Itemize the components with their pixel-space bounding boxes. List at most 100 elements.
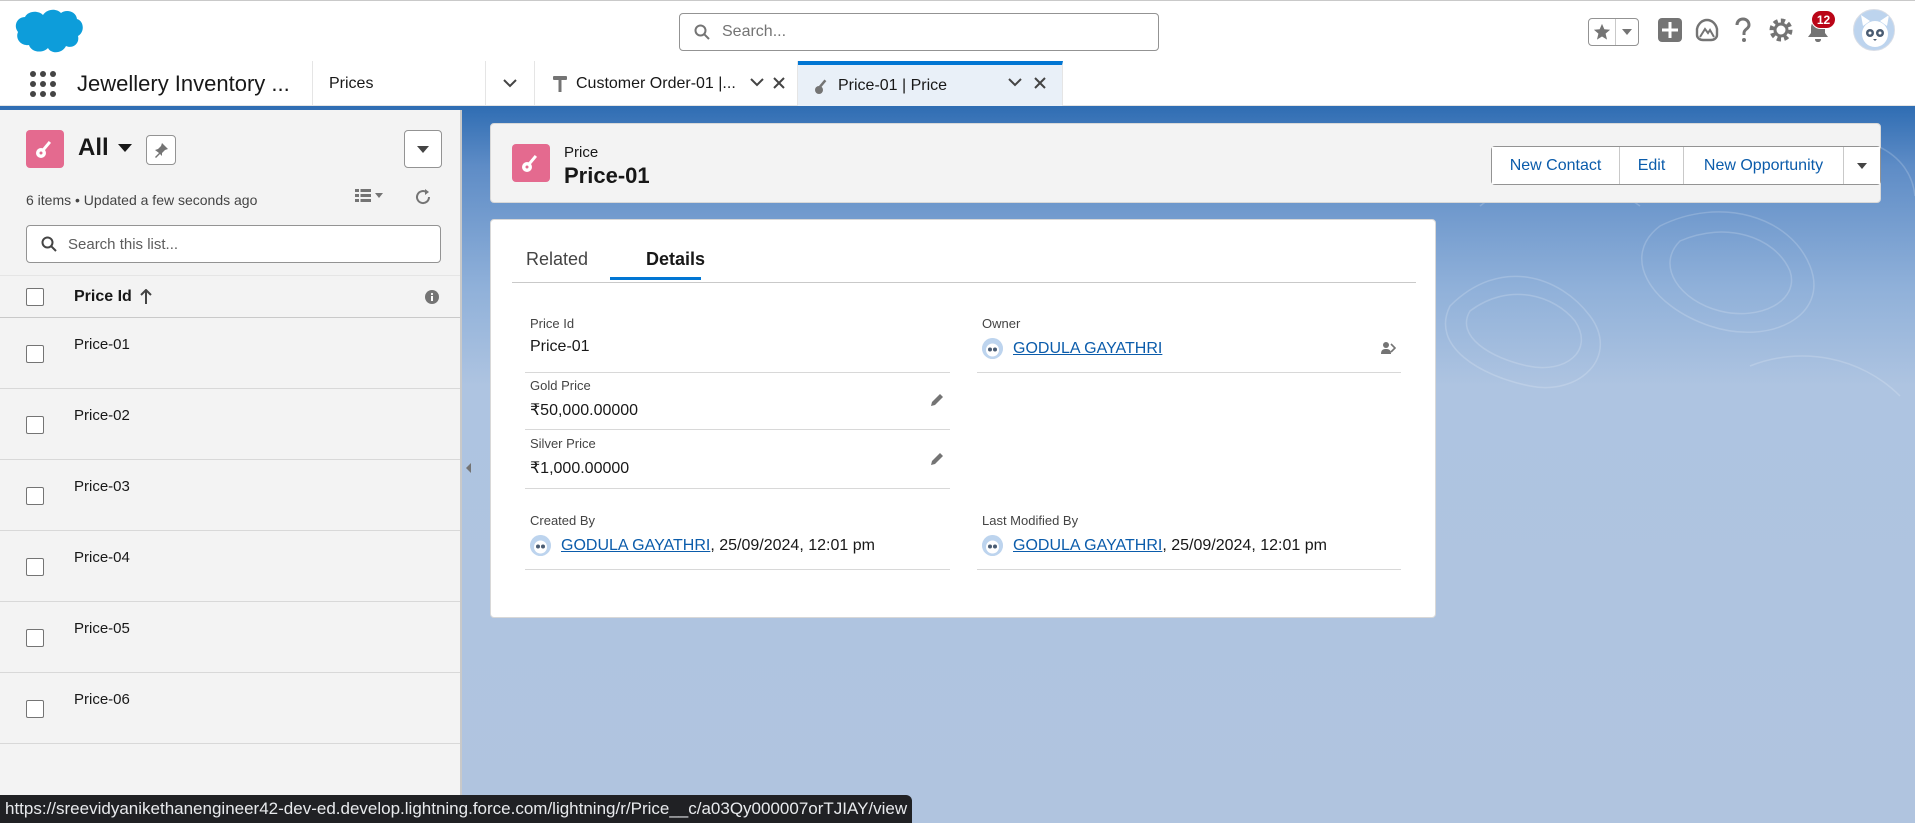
created-by-user-link[interactable]: GODULA GAYATHRI — [561, 537, 710, 555]
tab-close-icon[interactable] — [772, 76, 786, 90]
last-modified-by-user-link[interactable]: GODULA GAYATHRI — [1013, 537, 1162, 555]
owner-user-link[interactable]: GODULA GAYATHRI — [1013, 340, 1162, 358]
row-price-id[interactable]: Price-02 — [74, 407, 130, 424]
created-by-value: GODULA GAYATHRI , 25/09/2024, 12:01 pm — [530, 535, 875, 556]
user-avatar[interactable] — [1853, 9, 1895, 51]
row-checkbox[interactable] — [26, 345, 44, 363]
favorites-button-group — [1588, 18, 1639, 46]
select-all-checkbox[interactable] — [26, 287, 44, 306]
refresh-icon[interactable] — [414, 188, 432, 206]
caret-down-icon — [117, 143, 133, 153]
pin-list-view-button[interactable] — [146, 135, 176, 165]
global-actions-add-icon[interactable] — [1657, 17, 1683, 43]
row-checkbox[interactable] — [26, 487, 44, 505]
list-view-selector[interactable]: All — [78, 134, 133, 162]
row-checkbox[interactable] — [26, 700, 44, 718]
list-item[interactable]: Price-03 — [0, 460, 460, 531]
list-item[interactable]: Price-04 — [0, 531, 460, 602]
search-icon — [41, 236, 57, 252]
price-object-guitar-icon — [512, 144, 550, 182]
field-owner: Owner GODULA GAYATHRI — [977, 316, 1401, 373]
collapse-split-view-chevron-left-icon[interactable] — [464, 462, 472, 474]
user-avatar-icon — [530, 535, 551, 556]
last-modified-by-value: GODULA GAYATHRI , 25/09/2024, 12:01 pm — [982, 535, 1327, 556]
favorites-chevron-down-icon[interactable] — [1616, 19, 1638, 45]
tab-chevron-down-icon[interactable] — [1008, 78, 1022, 92]
user-avatar-icon — [982, 535, 1003, 556]
global-search-input[interactable]: Search... — [679, 13, 1159, 51]
edit-pencil-icon[interactable] — [929, 451, 945, 467]
record-action-buttons: New Contact Edit New Opportunity — [1491, 146, 1881, 185]
new-contact-button[interactable]: New Contact — [1492, 147, 1620, 184]
change-owner-icon[interactable] — [1380, 340, 1396, 356]
row-checkbox[interactable] — [26, 558, 44, 576]
tab-related[interactable]: Related — [526, 249, 588, 270]
pin-icon — [155, 143, 168, 158]
trailhead-icon[interactable] — [1694, 17, 1720, 43]
row-checkbox[interactable] — [26, 629, 44, 647]
browser-status-url: https://sreevidyanikethanengineer42-dev-… — [0, 795, 913, 823]
field-label: Gold Price — [530, 378, 591, 393]
record-tabs: Related Details — [512, 220, 1416, 283]
info-icon[interactable] — [425, 290, 439, 304]
list-item[interactable]: Price-01 — [0, 318, 460, 389]
nav-menu-chevron-down-icon[interactable] — [485, 61, 535, 106]
field-label: Created By — [530, 513, 596, 528]
field-value: ₹50,000.00000 — [530, 402, 639, 419]
column-header-price-id[interactable]: Price Id — [74, 288, 132, 306]
search-placeholder: Search this list... — [68, 235, 179, 253]
field-value: ₹1,000.00000 — [530, 460, 630, 477]
setup-gear-icon[interactable] — [1768, 17, 1794, 43]
list-item[interactable]: Price-05 — [0, 602, 460, 673]
row-price-id[interactable]: Price-01 — [74, 336, 130, 353]
workspace-tab-price[interactable]: Price-01 | Price — [798, 61, 1063, 106]
sort-ascending-arrow-up-icon[interactable] — [140, 288, 152, 305]
workspace-tab-customer-order[interactable]: Customer Order-01 |... — [536, 61, 798, 106]
price-object-guitar-icon — [26, 130, 64, 168]
list-item[interactable]: Price-06 — [0, 673, 460, 744]
row-price-id[interactable]: Price-04 — [74, 549, 130, 566]
notification-count-badge: 12 — [1811, 10, 1836, 29]
more-actions-chevron-down-icon[interactable] — [1844, 147, 1880, 184]
tab-label: Price-01 | Price — [838, 76, 948, 94]
field-label: Last Modified By — [982, 513, 1079, 528]
navigation-bar: Jewellery Inventory ... Prices Customer … — [0, 61, 1915, 106]
list-rows: Price-01 Price-02 Price-03 Price-04 Pric… — [0, 318, 460, 744]
search-icon — [694, 24, 710, 40]
owner-value: GODULA GAYATHRI — [982, 338, 1162, 359]
search-this-list-input[interactable]: Search this list... — [26, 225, 441, 263]
field-label: Silver Price — [530, 436, 596, 451]
help-icon[interactable] — [1732, 17, 1754, 43]
edit-button[interactable]: Edit — [1620, 147, 1684, 184]
record-object-type: Price — [564, 144, 599, 161]
object-nav-item-prices[interactable]: Prices — [312, 61, 485, 106]
row-price-id[interactable]: Price-06 — [74, 691, 130, 708]
row-checkbox[interactable] — [26, 416, 44, 434]
row-price-id[interactable]: Price-03 — [74, 478, 130, 495]
display-as-table-icon[interactable] — [355, 189, 383, 203]
field-last-modified-by: Last Modified By GODULA GAYATHRI , 25/09… — [977, 513, 1401, 570]
user-avatar-icon — [982, 338, 1003, 359]
field-label: Price Id — [530, 316, 575, 331]
tab-chevron-down-icon[interactable] — [750, 78, 764, 92]
search-placeholder: Search... — [722, 23, 787, 40]
record-title: Price-01 — [564, 163, 650, 188]
salesforce-logo-icon[interactable] — [14, 7, 84, 57]
row-price-id[interactable]: Price-05 — [74, 620, 130, 637]
field-label: Owner — [982, 316, 1021, 331]
chevron-down-icon — [417, 145, 429, 153]
list-item[interactable]: Price-02 — [0, 389, 460, 460]
list-view-title: All — [78, 134, 109, 161]
favorites-star-icon[interactable] — [1589, 19, 1617, 45]
list-header-row: Price Id — [0, 275, 460, 318]
split-list-view: All 6 items • Updated a few seconds ago … — [0, 110, 462, 823]
tab-details[interactable]: Details — [646, 249, 705, 270]
global-header: Search... 12 — [0, 0, 1915, 61]
new-opportunity-button[interactable]: New Opportunity — [1684, 147, 1844, 184]
edit-pencil-icon[interactable] — [929, 392, 945, 408]
list-view-controls-menu-button[interactable] — [404, 130, 442, 168]
field-price-id: Price Id Price-01 — [525, 316, 950, 373]
tab-close-icon[interactable] — [1033, 76, 1047, 90]
app-launcher-waffle-icon[interactable] — [29, 70, 57, 98]
last-modified-date: , 25/09/2024, 12:01 pm — [1162, 536, 1327, 554]
